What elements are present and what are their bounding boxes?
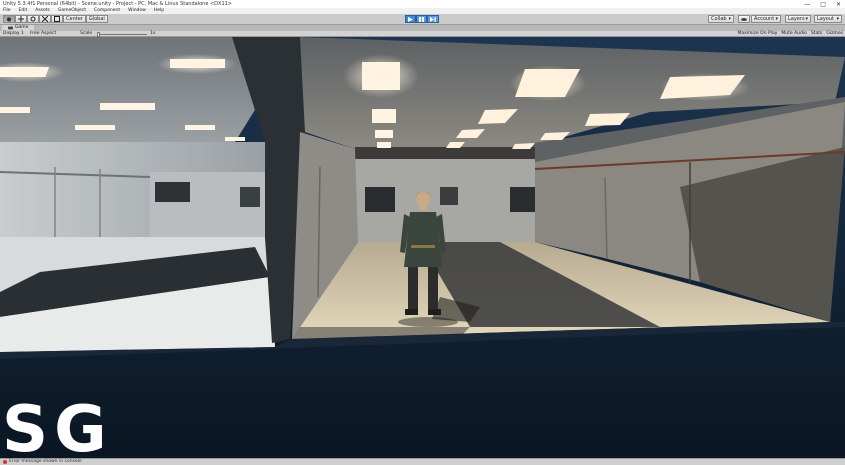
hand-tool-button[interactable] — [3, 15, 15, 23]
scale-slider[interactable] — [97, 31, 147, 37]
pivot-label: Center — [66, 16, 83, 22]
move-tool-button[interactable] — [15, 15, 27, 23]
cloud-group — [738, 15, 750, 23]
layers-dropdown[interactable]: Layers ▾ — [785, 15, 811, 23]
layout-label: Layout — [817, 16, 834, 22]
close-button[interactable]: ✕ — [836, 1, 841, 8]
status-message[interactable]: Error message shown in console — [9, 459, 82, 465]
rect-tool-button[interactable] — [51, 15, 63, 23]
scene-render — [0, 37, 845, 458]
play-icon — [408, 16, 413, 22]
space-global-button[interactable]: Global — [85, 15, 108, 23]
space-label: Global — [88, 16, 105, 22]
cloud-icon — [741, 18, 747, 21]
move-icon — [18, 16, 24, 22]
hand-icon — [7, 17, 11, 21]
pause-button[interactable] — [416, 15, 427, 23]
chevron-down-icon: ▾ — [728, 16, 731, 22]
rect-icon — [54, 16, 60, 22]
maximize-button[interactable]: □ — [820, 1, 826, 8]
rotate-icon — [30, 16, 36, 22]
window-title: Unity 5.3.4f1 Personal (64bit) - Scene.u… — [3, 1, 233, 7]
minimize-button[interactable]: — — [804, 1, 810, 8]
collab-label: Collab — [711, 16, 727, 22]
chevron-down-icon: ▾ — [836, 16, 839, 22]
window-titlebar: Unity 5.3.4f1 Personal (64bit) - Scene.u… — [0, 0, 845, 8]
game-viewport[interactable]: SG — [0, 37, 845, 458]
pause-icon — [419, 16, 424, 22]
layout-dropdown[interactable]: Layout ▾ — [814, 15, 842, 23]
error-icon[interactable] — [3, 460, 7, 464]
main-toolbar: Center Global Collab ▾ Account ▾ Layers — [0, 14, 845, 25]
right-room — [292, 37, 845, 339]
pivot-toggles: Center Global — [63, 15, 108, 23]
account-dropdown[interactable]: Account ▾ — [751, 15, 781, 23]
step-icon — [430, 16, 436, 22]
window-controls: — □ ✕ — [804, 1, 841, 8]
collab-dropdown[interactable]: Collab ▾ — [708, 15, 734, 23]
playback-controls — [405, 15, 439, 23]
scale-icon — [42, 16, 48, 22]
layers-label: Layers — [788, 16, 805, 22]
scale-tool-button[interactable] — [39, 15, 51, 23]
play-button[interactable] — [405, 15, 416, 23]
status-bar: Error message shown in console — [0, 458, 845, 465]
collab-group: Collab ▾ — [708, 15, 734, 23]
scale-slider-handle[interactable] — [97, 31, 100, 37]
step-button[interactable] — [427, 15, 439, 23]
cloud-button[interactable] — [738, 15, 750, 23]
rotate-tool-button[interactable] — [27, 15, 39, 23]
layout-group: Layout ▾ — [814, 15, 842, 23]
channel-logo: SG — [2, 393, 113, 458]
pivot-center-button[interactable]: Center — [63, 15, 86, 23]
account-group: Account ▾ — [751, 15, 781, 23]
account-label: Account — [754, 16, 775, 22]
gamepad-icon — [8, 26, 13, 30]
transform-tools — [3, 15, 63, 23]
chevron-down-icon: ▾ — [805, 16, 808, 22]
chevron-down-icon: ▾ — [775, 16, 778, 22]
layers-group: Layers ▾ — [785, 15, 811, 23]
